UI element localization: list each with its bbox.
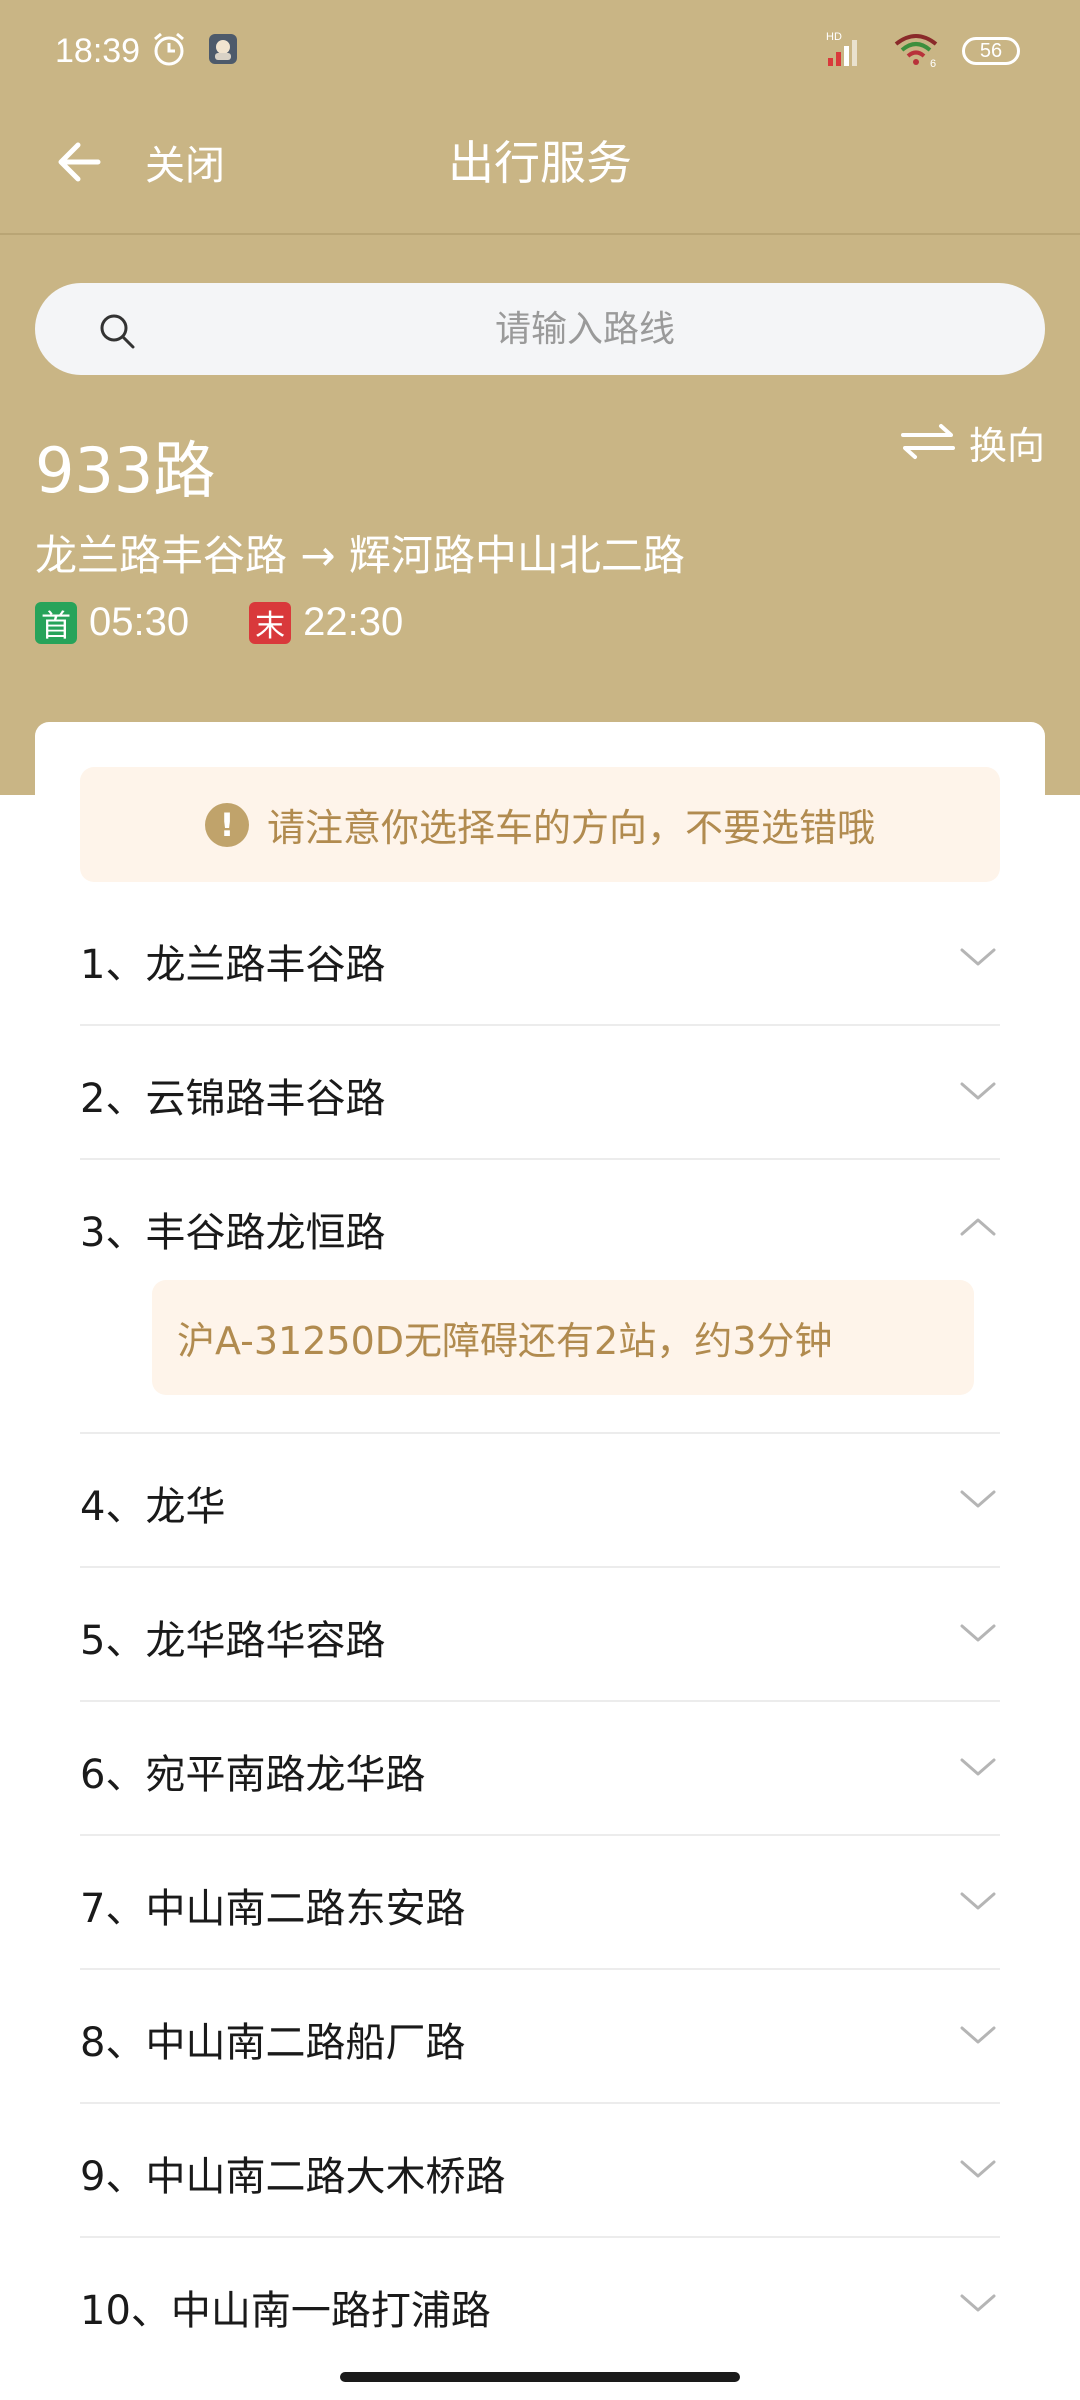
first-bus-time: 05:30 bbox=[89, 600, 190, 644]
stop-label: 1、龙兰路丰谷路 bbox=[80, 942, 386, 988]
route-path: 龙兰路丰谷路 → 辉河路中山北二路 bbox=[35, 531, 685, 580]
alarm-icon bbox=[150, 30, 188, 72]
stop-label: 4、龙华 bbox=[80, 1484, 226, 1530]
svg-text:6: 6 bbox=[930, 58, 936, 68]
app-notification-icon bbox=[206, 30, 240, 72]
stop-item[interactable]: 6、宛平南路龙华路 bbox=[80, 1702, 1000, 1836]
switch-direction-label: 换向 bbox=[968, 424, 1045, 468]
stop-item[interactable]: 10、中山南一路打浦路 bbox=[80, 2238, 1000, 2372]
search-bar[interactable] bbox=[35, 283, 1045, 375]
first-bus-badge: 首 bbox=[35, 601, 77, 644]
search-icon bbox=[97, 311, 137, 351]
chevron-down-icon[interactable] bbox=[956, 1612, 1000, 1656]
bus-arrival-info: 沪A-31250D无障碍还有2站，约3分钟 bbox=[152, 1280, 974, 1395]
status-left-icons bbox=[150, 30, 240, 72]
status-bar: 18:39 HD 6 56 bbox=[0, 0, 1080, 105]
status-time: 18:39 bbox=[55, 32, 141, 70]
warning-icon: ! bbox=[204, 802, 249, 847]
stop-item[interactable]: 9、中山南二路大木桥路 bbox=[80, 2104, 1000, 2238]
chevron-up-icon[interactable] bbox=[956, 1204, 1000, 1248]
chevron-down-icon[interactable] bbox=[956, 2014, 1000, 2058]
nav-bar: 关闭 出行服务 bbox=[0, 105, 1080, 235]
home-indicator[interactable] bbox=[340, 2372, 740, 2382]
stop-label: 7、中山南二路东安路 bbox=[80, 1886, 466, 1932]
wifi-icon: 6 bbox=[892, 30, 940, 72]
chevron-down-icon[interactable] bbox=[956, 1746, 1000, 1790]
signal-icon: HD bbox=[826, 30, 870, 72]
direction-notice: ! 请注意你选择车的方向，不要选错哦 bbox=[80, 767, 1000, 882]
chevron-down-icon[interactable] bbox=[956, 2282, 1000, 2326]
stop-label: 5、龙华路华容路 bbox=[80, 1618, 386, 1664]
stop-item[interactable]: 8、中山南二路船厂路 bbox=[80, 1970, 1000, 2104]
bus-arrival-text: 沪A-31250D无障碍还有2站，约3分钟 bbox=[177, 1319, 833, 1363]
status-right-icons: HD 6 56 bbox=[826, 30, 1020, 72]
chevron-down-icon[interactable] bbox=[956, 1070, 1000, 1114]
stop-item[interactable]: 4、龙华 bbox=[80, 1434, 1000, 1568]
stop-label: 6、宛平南路龙华路 bbox=[80, 1752, 426, 1798]
search-input[interactable] bbox=[155, 283, 1015, 375]
svg-text:HD: HD bbox=[826, 31, 842, 43]
swap-direction-icon bbox=[899, 421, 957, 465]
chevron-down-icon[interactable] bbox=[956, 2148, 1000, 2192]
stop-item[interactable]: 7、中山南二路东安路 bbox=[80, 1836, 1000, 1970]
route-number: 933路 bbox=[35, 434, 216, 507]
service-times: 首 05:30 末 22:30 bbox=[35, 600, 403, 645]
stop-label: 10、中山南一路打浦路 bbox=[80, 2288, 491, 2334]
chevron-down-icon[interactable] bbox=[956, 1478, 1000, 1522]
stop-label: 3、丰谷路龙恒路 bbox=[80, 1210, 386, 1256]
stop-item[interactable]: 2、云锦路丰谷路 bbox=[80, 1026, 1000, 1160]
nav-divider bbox=[0, 233, 1080, 235]
battery-icon: 56 bbox=[962, 37, 1020, 65]
last-bus-badge: 末 bbox=[249, 601, 292, 644]
stop-item-expanded[interactable]: 3、丰谷路龙恒路 沪A-31250D无障碍还有2站，约3分钟 bbox=[80, 1160, 1000, 1434]
page-title: 出行服务 bbox=[448, 136, 632, 190]
switch-direction-button[interactable]: 换向 bbox=[899, 415, 1045, 470]
stop-item[interactable]: 1、龙兰路丰谷路 bbox=[80, 892, 1000, 1026]
stop-label: 2、云锦路丰谷路 bbox=[80, 1076, 386, 1122]
stops-card: ! 请注意你选择车的方向，不要选错哦 1、龙兰路丰谷路 2、云锦路丰谷路 3、丰… bbox=[35, 722, 1045, 2400]
stop-item[interactable]: 5、龙华路华容路 bbox=[80, 1568, 1000, 1702]
stop-list: 1、龙兰路丰谷路 2、云锦路丰谷路 3、丰谷路龙恒路 沪A-31250D无障碍还… bbox=[80, 892, 1000, 2372]
stop-label: 8、中山南二路船厂路 bbox=[80, 2020, 466, 2066]
notice-text: 请注意你选择车的方向，不要选错哦 bbox=[266, 806, 875, 850]
stop-label: 9、中山南二路大木桥路 bbox=[80, 2154, 506, 2200]
chevron-down-icon[interactable] bbox=[956, 936, 1000, 980]
last-bus-time: 22:30 bbox=[303, 600, 404, 644]
chevron-down-icon[interactable] bbox=[956, 1880, 1000, 1924]
